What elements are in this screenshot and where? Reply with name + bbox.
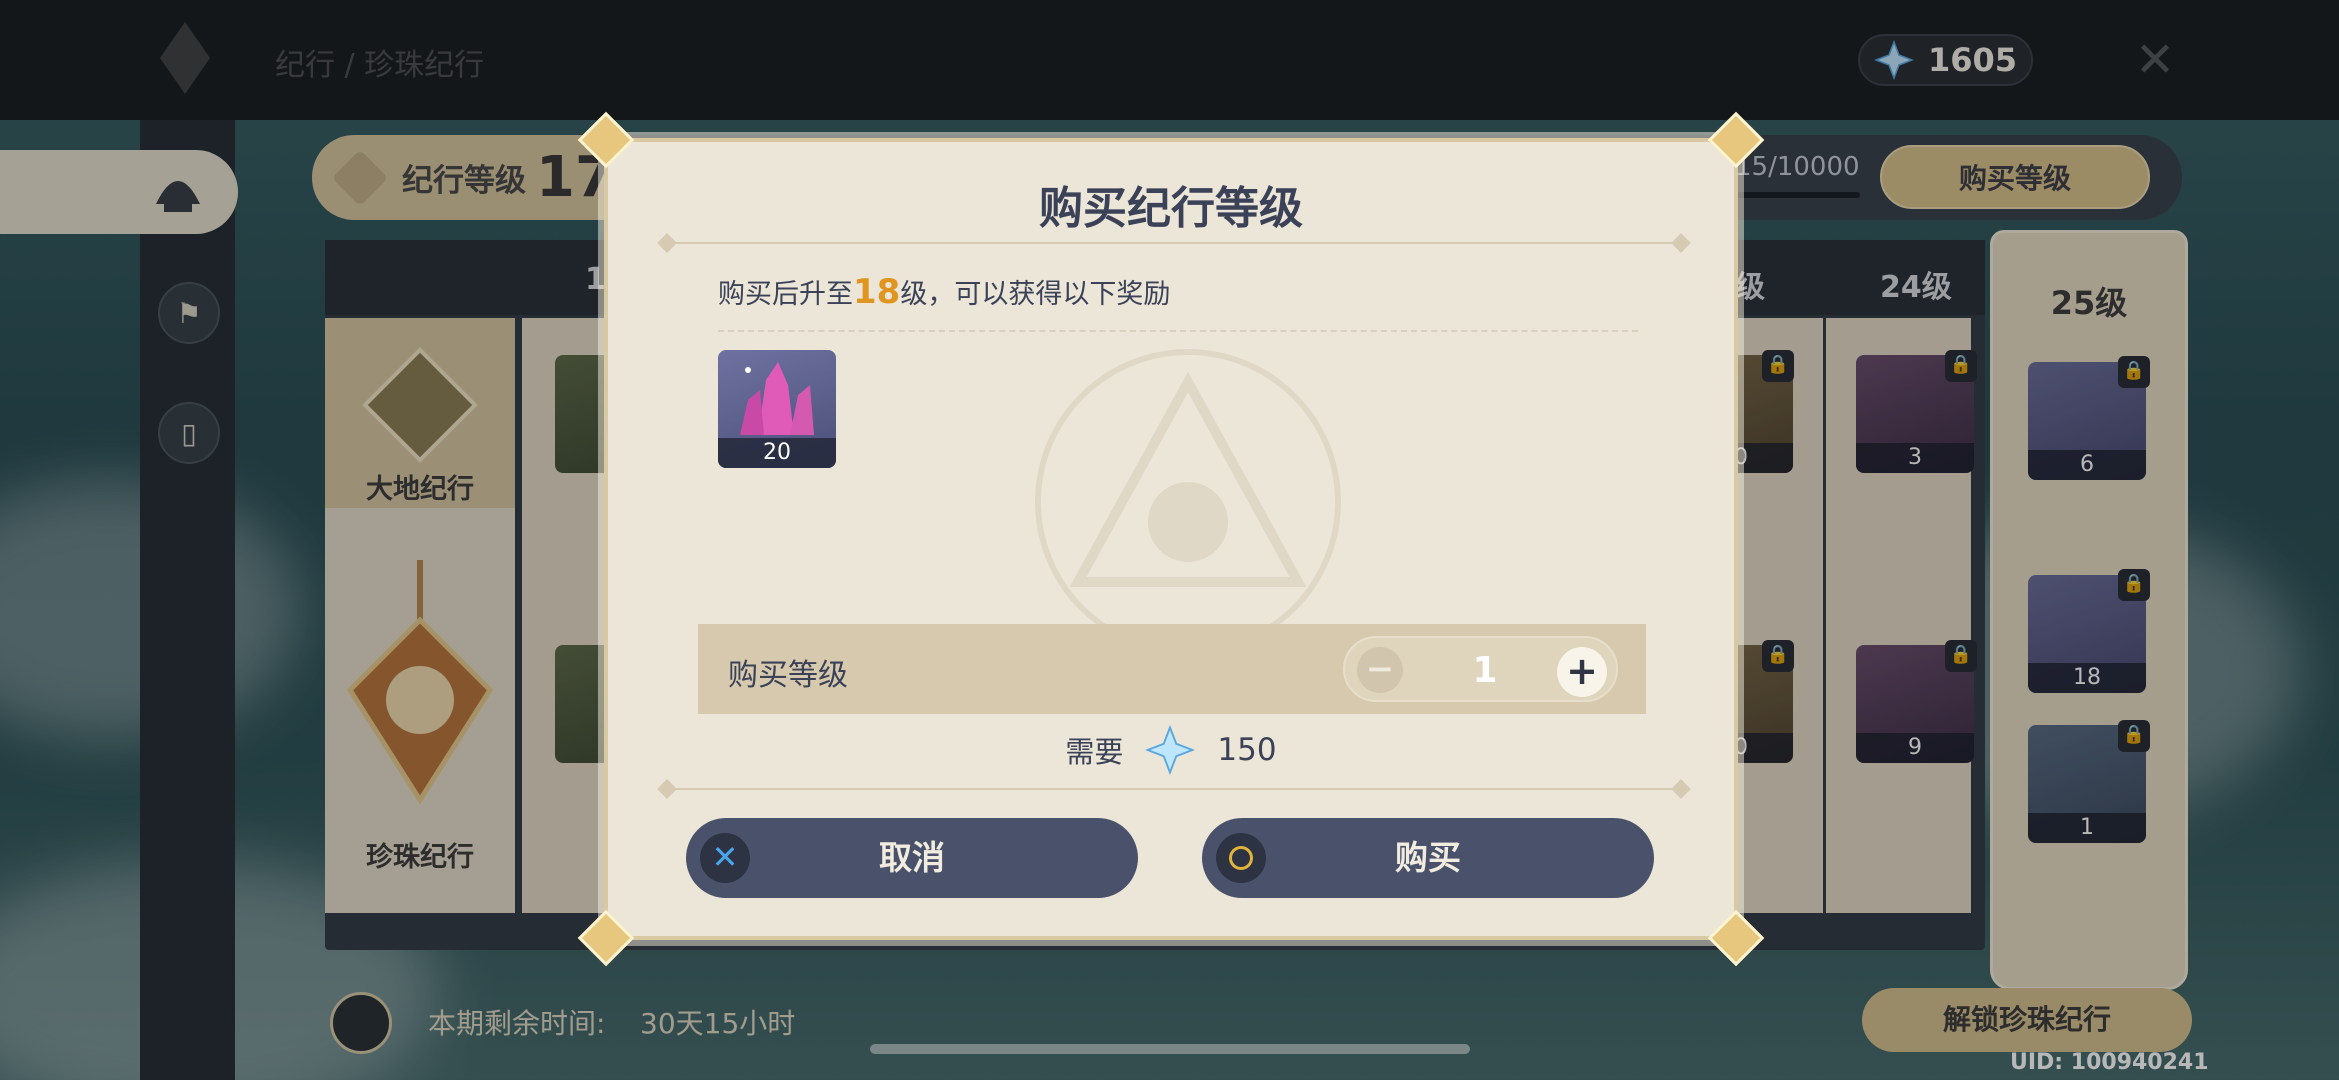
crystal-icon bbox=[740, 362, 814, 435]
cancel-label: 取消 bbox=[879, 838, 945, 877]
reward-card-crystal[interactable]: 20 bbox=[718, 350, 836, 468]
cancel-button[interactable]: ✕ 取消 bbox=[686, 818, 1138, 898]
increment-button[interactable]: + bbox=[1557, 647, 1607, 697]
target-level: 18 bbox=[853, 272, 901, 312]
quantity-value[interactable]: 1 bbox=[1445, 650, 1525, 691]
buy-level-dialog: 购买纪行等级 购买后升至18级，可以获得以下奖励 20 购买等级 − 1 + 需… bbox=[577, 111, 1765, 967]
desc-prefix: 购买后升至 bbox=[718, 279, 853, 310]
reward-qty: 20 bbox=[718, 438, 836, 468]
cost-value: 150 bbox=[1217, 732, 1277, 768]
desc-suffix: 级，可以获得以下奖励 bbox=[900, 279, 1171, 310]
divider bbox=[664, 788, 1684, 790]
cost-row: 需要 150 bbox=[608, 720, 1734, 780]
quantity-stepper: − 1 + bbox=[1343, 636, 1618, 702]
buy-button[interactable]: 购买 bbox=[1202, 818, 1654, 898]
dashed-divider bbox=[718, 330, 1638, 332]
decrement-button[interactable]: − bbox=[1357, 647, 1403, 693]
reward-description: 购买后升至18级，可以获得以下奖励 bbox=[718, 272, 1170, 312]
quantity-label: 购买等级 bbox=[728, 658, 848, 693]
buy-label: 购买 bbox=[1395, 838, 1461, 877]
cost-label: 需要 bbox=[1065, 735, 1124, 769]
quantity-row: 购买等级 − 1 + bbox=[698, 624, 1646, 714]
divider bbox=[664, 242, 1684, 244]
primogem-icon bbox=[1145, 725, 1196, 775]
dialog-title: 购买纪行等级 bbox=[1039, 183, 1303, 234]
